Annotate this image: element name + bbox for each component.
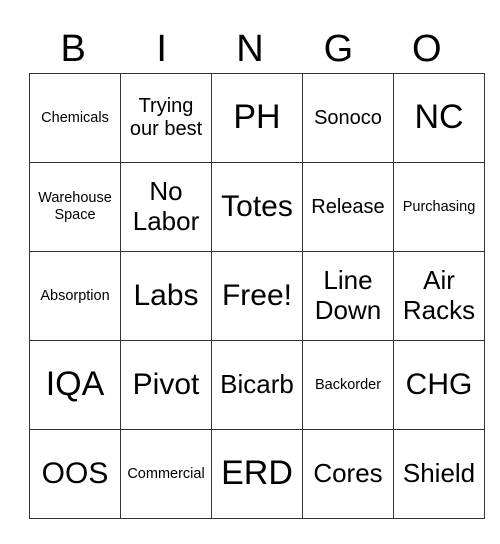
bingo-cell[interactable]: Sonoco bbox=[302, 73, 394, 163]
bingo-cell[interactable]: Shield bbox=[393, 429, 485, 519]
grid-row: Warehouse Space No Labor Totes Release P… bbox=[29, 162, 485, 252]
bingo-cell[interactable]: Chemicals bbox=[29, 73, 121, 163]
header-letter-i: I bbox=[156, 28, 167, 70]
bingo-cell[interactable]: Backorder bbox=[302, 340, 394, 430]
bingo-cell[interactable]: Totes bbox=[211, 162, 303, 252]
header-letter-b: B bbox=[60, 28, 86, 70]
header-letter-g: G bbox=[323, 28, 354, 70]
bingo-cell[interactable]: Bicarb bbox=[211, 340, 303, 430]
bingo-cell[interactable]: IQA bbox=[29, 340, 121, 430]
bingo-cell[interactable]: Air Racks bbox=[393, 251, 485, 341]
free-space-cell[interactable]: Free! bbox=[211, 251, 303, 341]
bingo-header: B I N G O bbox=[29, 26, 471, 72]
bingo-cell[interactable]: NC bbox=[393, 73, 485, 163]
bingo-cell[interactable]: Trying our best bbox=[120, 73, 212, 163]
grid-row: IQA Pivot Bicarb Backorder CHG bbox=[29, 340, 485, 430]
bingo-cell[interactable]: Commercial bbox=[120, 429, 212, 519]
bingo-cell[interactable]: Cores bbox=[302, 429, 394, 519]
header-letter-o: O bbox=[412, 28, 442, 70]
bingo-grid: Chemicals Trying our best PH Sonoco NC W… bbox=[29, 73, 485, 519]
bingo-cell[interactable]: Purchasing bbox=[393, 162, 485, 252]
bingo-cell[interactable]: No Labor bbox=[120, 162, 212, 252]
header-letter-n: N bbox=[236, 28, 264, 70]
grid-row: Chemicals Trying our best PH Sonoco NC bbox=[29, 73, 485, 163]
grid-row: OOS Commercial ERD Cores Shield bbox=[29, 429, 485, 519]
bingo-cell[interactable]: OOS bbox=[29, 429, 121, 519]
bingo-cell[interactable]: Labs bbox=[120, 251, 212, 341]
bingo-cell[interactable]: CHG bbox=[393, 340, 485, 430]
bingo-cell[interactable]: ERD bbox=[211, 429, 303, 519]
grid-row: Absorption Labs Free! Line Down Air Rack… bbox=[29, 251, 485, 341]
bingo-cell[interactable]: Absorption bbox=[29, 251, 121, 341]
bingo-cell[interactable]: Pivot bbox=[120, 340, 212, 430]
bingo-cell[interactable]: PH bbox=[211, 73, 303, 163]
bingo-cell[interactable]: Line Down bbox=[302, 251, 394, 341]
bingo-cell[interactable]: Release bbox=[302, 162, 394, 252]
bingo-cell[interactable]: Warehouse Space bbox=[29, 162, 121, 252]
